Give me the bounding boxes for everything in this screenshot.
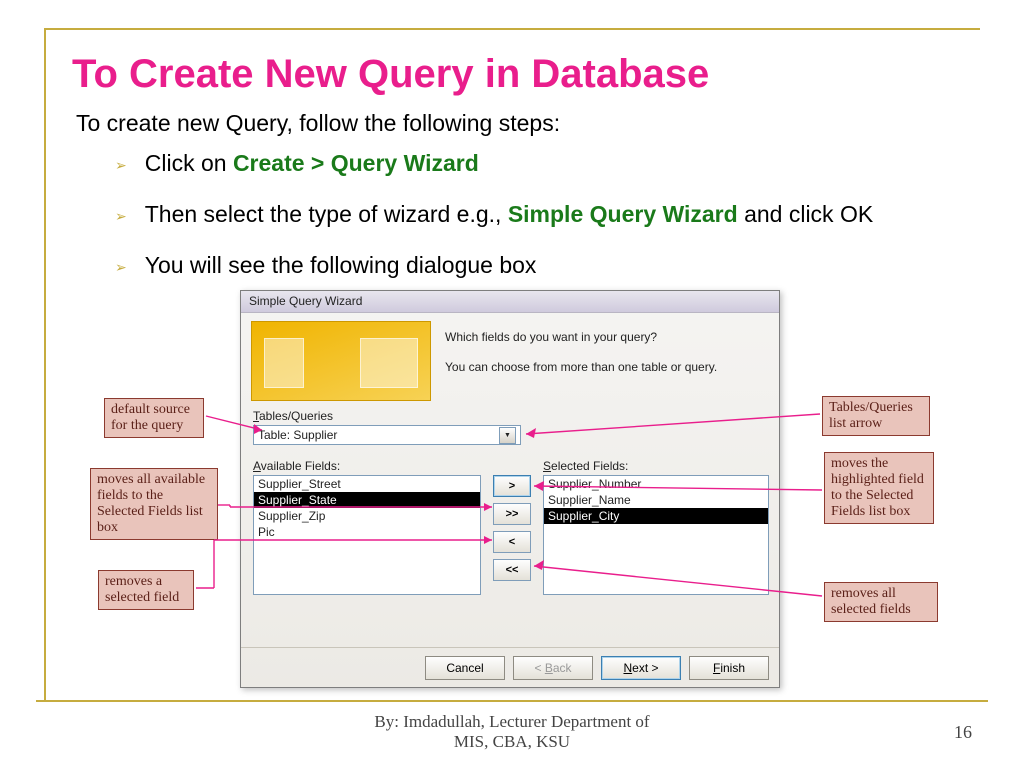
bullet-bold: Create > Query Wizard [233, 150, 479, 176]
remove-field-button[interactable]: < [493, 531, 531, 553]
bullet-text: Then select the type of wizard e.g., [145, 201, 508, 227]
wizard-graphic [251, 321, 431, 401]
remove-all-fields-button[interactable]: << [493, 559, 531, 581]
tables-queries-label: Tables/Queries [253, 409, 333, 423]
page-number: 16 [954, 722, 972, 743]
dialog-banner: Which fields do you want in your query? … [241, 313, 779, 407]
simple-query-wizard-dialog: Simple Query Wizard Which fields do you … [240, 290, 780, 688]
bullet-text: and click OK [738, 201, 874, 227]
bullet-bold: Simple Query Wizard [508, 201, 738, 227]
list-item[interactable]: Pic [254, 524, 480, 540]
callout-list-arrow: Tables/Queries list arrow [822, 396, 930, 436]
bullet-item: ➢ Click on Create > Query Wizard [115, 148, 873, 179]
add-field-button[interactable]: > [493, 475, 531, 497]
list-item[interactable]: Supplier_City [544, 508, 768, 524]
next-button[interactable]: Next > [601, 656, 681, 680]
bullet-icon: ➢ [115, 258, 127, 277]
selected-fields-label: Selected Fields: [543, 459, 628, 473]
list-item[interactable]: Supplier_Zip [254, 508, 480, 524]
list-item[interactable]: Supplier_Number [544, 476, 768, 492]
dialog-subprompt: You can choose from more than one table … [445, 357, 717, 377]
list-item[interactable]: Supplier_State [254, 492, 480, 508]
bullet-item: ➢ You will see the following dialogue bo… [115, 250, 873, 281]
callout-remove-all: removes all selected fields [824, 582, 938, 622]
slide-footer: By: Imdadullah, Lecturer Department of M… [0, 712, 1024, 752]
tables-queries-combo[interactable]: Table: Supplier ▼ [253, 425, 521, 445]
list-item[interactable]: Supplier_Street [254, 476, 480, 492]
bullet-icon: ➢ [115, 156, 127, 175]
combo-value: Table: Supplier [258, 428, 337, 442]
bullet-text: You will see the following dialogue box [145, 250, 537, 281]
callout-move-all: moves all available fields to the Select… [90, 468, 218, 540]
cancel-button[interactable]: Cancel [425, 656, 505, 680]
list-item[interactable]: Supplier_Name [544, 492, 768, 508]
add-all-fields-button[interactable]: >> [493, 503, 531, 525]
bullet-item: ➢ Then select the type of wizard e.g., S… [115, 199, 873, 230]
bullet-icon: ➢ [115, 207, 127, 226]
back-button[interactable]: < Back [513, 656, 593, 680]
dropdown-arrow-icon[interactable]: ▼ [499, 427, 516, 444]
selected-fields-listbox[interactable]: Supplier_NumberSupplier_NameSupplier_Cit… [543, 475, 769, 595]
callout-remove-one: removes a selected field [98, 570, 194, 610]
intro-text: To create new Query, follow the followin… [76, 110, 560, 137]
callout-default-source: default source for the query [104, 398, 204, 438]
dialog-prompt: Which fields do you want in your query? [445, 327, 717, 347]
available-fields-listbox[interactable]: Supplier_StreetSupplier_StateSupplier_Zi… [253, 475, 481, 595]
dialog-title: Simple Query Wizard [241, 291, 779, 313]
callout-move-one: moves the highlighted field to the Selec… [824, 452, 934, 524]
bullet-list: ➢ Click on Create > Query Wizard ➢ Then … [115, 148, 873, 301]
finish-button[interactable]: Finish [689, 656, 769, 680]
bullet-text: Click on [145, 150, 233, 176]
slide-title: To Create New Query in Database [72, 52, 709, 97]
available-fields-label: Available Fields: [253, 459, 340, 473]
